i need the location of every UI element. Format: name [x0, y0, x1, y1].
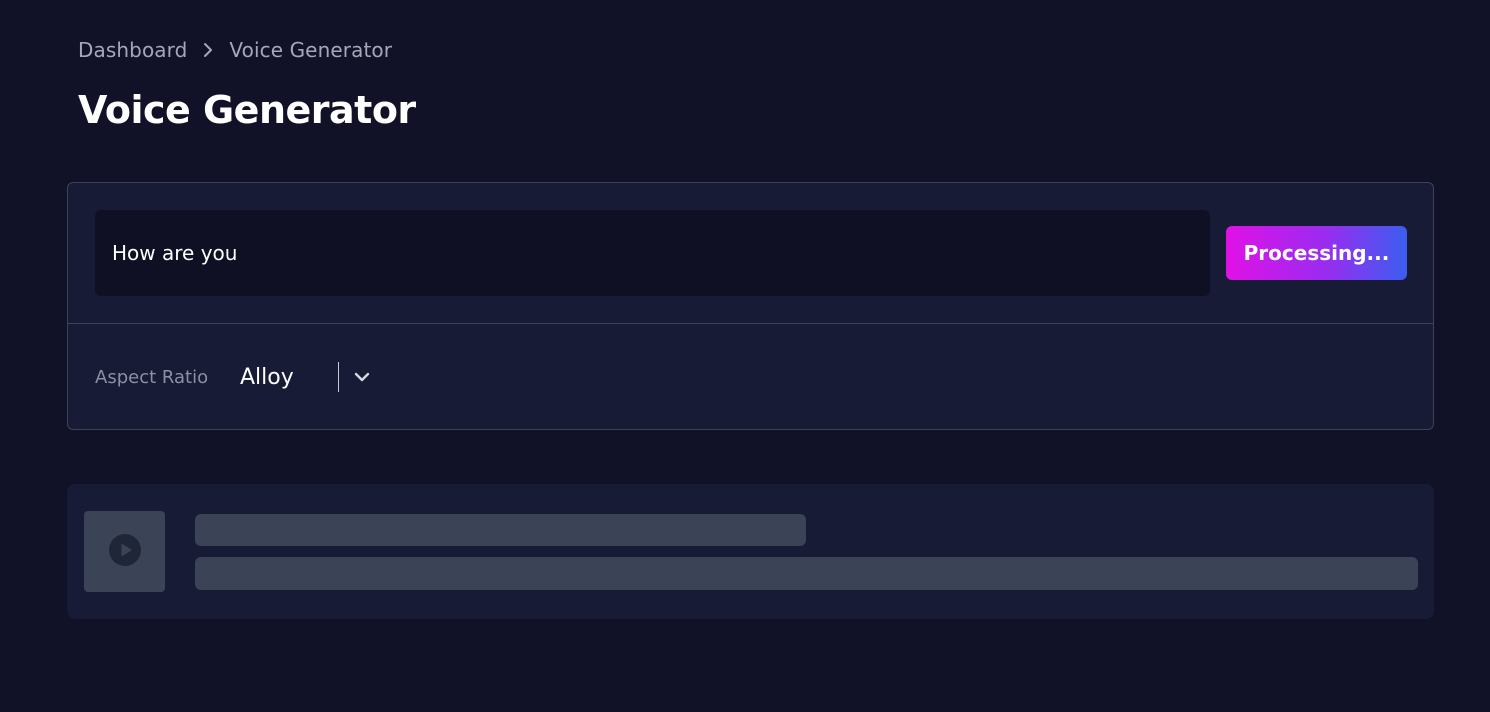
page: Dashboard Voice Generator Voice Generato… — [0, 0, 1490, 712]
skeleton-progress-line — [195, 557, 1418, 590]
prompt-row: Processing... — [68, 183, 1433, 324]
audio-thumbnail — [84, 511, 165, 592]
prompt-input[interactable] — [95, 210, 1210, 296]
generator-card: Processing... Aspect Ratio Alloy — [67, 182, 1434, 430]
aspect-ratio-label: Aspect Ratio — [95, 367, 209, 388]
generate-button[interactable]: Processing... — [1226, 226, 1407, 280]
breadcrumb-current: Voice Generator — [229, 38, 393, 62]
options-row: Aspect Ratio Alloy — [68, 325, 1433, 430]
page-title: Voice Generator — [78, 88, 416, 132]
chevron-right-icon — [199, 42, 217, 58]
breadcrumb: Dashboard Voice Generator — [78, 38, 392, 62]
select-divider — [338, 362, 339, 392]
chevron-down-icon[interactable] — [353, 371, 371, 383]
play-icon — [108, 533, 141, 570]
breadcrumb-dashboard-link[interactable]: Dashboard — [78, 38, 187, 62]
skeleton-title-line — [195, 514, 806, 546]
result-card-skeleton — [67, 484, 1434, 619]
voice-select[interactable]: Alloy — [240, 362, 371, 392]
voice-select-value: Alloy — [240, 364, 294, 390]
